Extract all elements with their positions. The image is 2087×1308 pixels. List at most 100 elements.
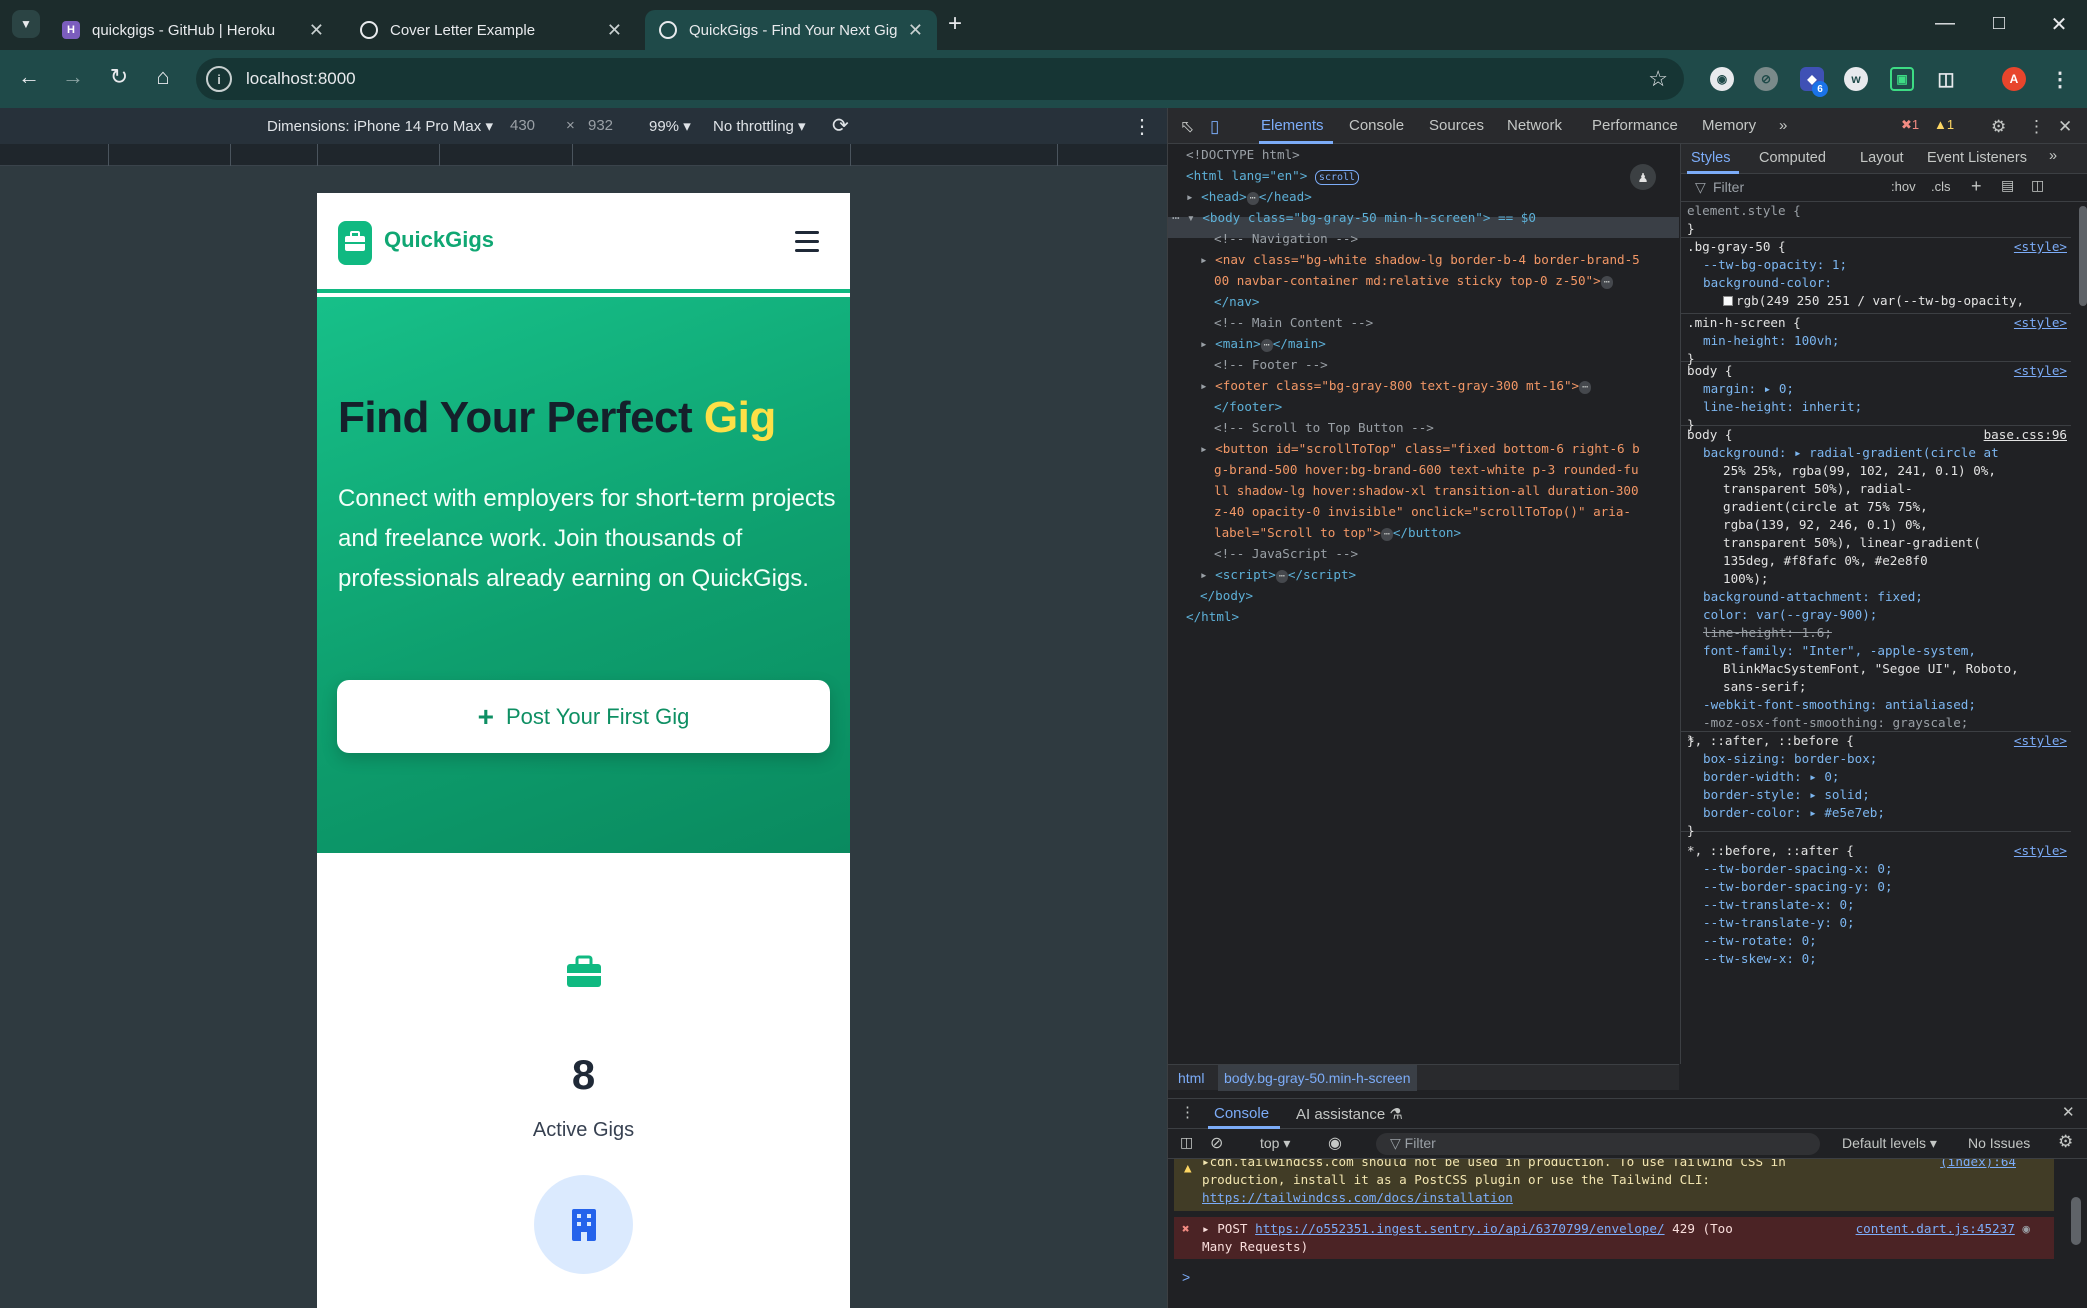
- ruler-segment[interactable]: [850, 144, 851, 166]
- css-decl[interactable]: margin: ▸ 0;: [1703, 381, 1794, 396]
- dom-line[interactable]: ▸ <head> ⋯ </head>: [1186, 186, 1312, 207]
- tab-sources[interactable]: Sources: [1429, 117, 1484, 134]
- dom-line[interactable]: ▸ <footer class="bg-gray-800 text-gray-3…: [1200, 375, 1592, 396]
- ruler-segment[interactable]: [1057, 144, 1058, 166]
- css-decl[interactable]: line-height: inherit;: [1703, 399, 1862, 414]
- device-width-input[interactable]: 430: [510, 117, 535, 134]
- address-bar[interactable]: i localhost:8000 ☆: [196, 58, 1684, 100]
- css-decl[interactable]: gradient(circle at 75% 75%,: [1723, 499, 1928, 514]
- dom-line[interactable]: </nav>: [1214, 291, 1260, 312]
- sidebar-toggle-icon[interactable]: ◫: [2031, 177, 2044, 194]
- tab-layout[interactable]: Layout: [1860, 150, 1904, 166]
- expand-arrow-icon[interactable]: ▸: [1202, 1221, 1210, 1236]
- css-decl[interactable]: 100%);: [1723, 571, 1769, 586]
- dom-line[interactable]: <!-- Navigation -->: [1214, 228, 1358, 249]
- extensions-puzzle-icon[interactable]: ◫: [1934, 67, 1958, 91]
- css-decl[interactable]: transparent 50%), radial-: [1723, 481, 1913, 496]
- drawer-tab-console[interactable]: Console: [1214, 1105, 1269, 1122]
- tab-console[interactable]: Console: [1349, 117, 1404, 134]
- back-icon[interactable]: ←: [14, 64, 44, 90]
- css-source[interactable]: <style>: [2014, 314, 2067, 332]
- dom-line[interactable]: <!-- JavaScript -->: [1214, 543, 1358, 564]
- extension-icon-5[interactable]: ▣: [1890, 67, 1914, 91]
- css-decl[interactable]: --tw-border-spacing-y: 0;: [1703, 879, 1893, 894]
- reload-icon[interactable]: ↻: [104, 64, 134, 90]
- dom-line[interactable]: </html>: [1186, 606, 1239, 627]
- css-decl[interactable]: rgb(249 250 251 / var(--tw-bg-opacity,: [1736, 293, 2024, 308]
- clear-console-icon[interactable]: ⊘: [1210, 1133, 1223, 1153]
- css-decl[interactable]: border-width: ▸ 0;: [1703, 769, 1839, 784]
- css-rule[interactable]: <style> *, ::after, ::before { box-sizin…: [1681, 732, 2071, 838]
- drawer-close-icon[interactable]: ✕: [2062, 1103, 2075, 1121]
- device-selector[interactable]: Dimensions: iPhone 14 Pro Max ▾: [267, 117, 493, 135]
- css-decl[interactable]: border-style: ▸ solid;: [1703, 787, 1870, 802]
- css-decl[interactable]: --tw-rotate: 0;: [1703, 933, 1817, 948]
- close-icon[interactable]: ✕: [309, 20, 324, 41]
- device-toggle-icon[interactable]: ▯: [1210, 117, 1219, 137]
- new-tab-button[interactable]: +: [948, 10, 962, 38]
- expand-arrow-icon[interactable]: ▸: [1202, 1159, 1210, 1169]
- css-decl[interactable]: background-color:: [1703, 275, 1832, 290]
- close-icon[interactable]: ✕: [607, 20, 622, 41]
- tab-computed[interactable]: Computed: [1759, 150, 1826, 166]
- console-settings-icon[interactable]: ⚙: [2058, 1132, 2073, 1152]
- css-source[interactable]: <style>: [2014, 362, 2067, 380]
- breadcrumb-html[interactable]: html: [1178, 1070, 1204, 1086]
- forward-icon[interactable]: →: [58, 64, 88, 90]
- dom-line[interactable]: ▸ <nav class="bg-white shadow-lg border-…: [1200, 249, 1640, 270]
- css-decl[interactable]: --tw-border-spacing-x: 0;: [1703, 861, 1893, 876]
- css-decl[interactable]: box-sizing: border-box;: [1703, 751, 1877, 766]
- tab-memory[interactable]: Memory: [1702, 117, 1756, 134]
- rotate-icon[interactable]: ⟳: [832, 113, 849, 138]
- kebab-menu-icon[interactable]: ⋮: [2048, 67, 2072, 91]
- site-info-icon[interactable]: i: [206, 66, 232, 92]
- bookmark-star-icon[interactable]: ☆: [1648, 66, 1668, 92]
- close-icon[interactable]: ✕: [908, 20, 923, 41]
- accessibility-icon[interactable]: ♟: [1630, 164, 1656, 190]
- dom-line[interactable]: <html lang="en"> scroll: [1186, 165, 1360, 186]
- tab-styles[interactable]: Styles: [1691, 150, 1731, 166]
- ruler-segment[interactable]: [572, 144, 573, 166]
- css-source[interactable]: <style>: [2014, 238, 2067, 256]
- error-count-badge[interactable]: ✖1: [1901, 117, 1919, 133]
- minimize-icon[interactable]: —: [1930, 12, 1960, 35]
- extension-icon-3[interactable]: ◆ 6: [1800, 67, 1828, 97]
- brand-name[interactable]: QuickGigs: [384, 227, 494, 253]
- window-close-icon[interactable]: ✕: [2044, 12, 2074, 37]
- breadcrumb-body[interactable]: body.bg-gray-50.min-h-screen: [1218, 1065, 1417, 1091]
- url-text[interactable]: localhost:8000: [246, 69, 356, 89]
- eye-icon[interactable]: ◉: [1328, 1133, 1342, 1153]
- css-source[interactable]: base.css:96: [1984, 426, 2067, 444]
- dom-line[interactable]: <!-- Footer -->: [1214, 354, 1328, 375]
- extension-icon-1[interactable]: ◉: [1710, 67, 1734, 91]
- profile-avatar[interactable]: A: [2002, 67, 2026, 91]
- tab-elements[interactable]: Elements: [1261, 117, 1324, 134]
- dom-line[interactable]: label="Scroll to top"> ⋯ </button>: [1214, 522, 1461, 543]
- warning-link[interactable]: https://tailwindcss.com/docs/installatio…: [1202, 1190, 1513, 1205]
- error-source[interactable]: content.dart.js:45237 ◉: [1856, 1220, 2030, 1238]
- css-rule[interactable]: <style> *, ::before, ::after { --tw-bord…: [1681, 842, 2071, 982]
- css-decl[interactable]: border-color: ▸ #e5e7eb;: [1703, 805, 1885, 820]
- css-decl[interactable]: BlinkMacSystemFont, "Segoe UI", Roboto,: [1723, 661, 2019, 676]
- dom-line[interactable]: ▸ <script> ⋯ </script>: [1200, 564, 1356, 585]
- warning-source[interactable]: (index):64: [1940, 1159, 2016, 1171]
- extension-icon-4[interactable]: w: [1844, 67, 1868, 91]
- devtools-close-icon[interactable]: ✕: [2058, 117, 2072, 137]
- css-rule[interactable]: <style> .bg-gray-50 { --tw-bg-opacity: 1…: [1681, 238, 2071, 314]
- console-scrollbar[interactable]: [2071, 1159, 2081, 1297]
- browser-tab-heroku[interactable]: H quickgigs - GitHub | Heroku ✕: [48, 10, 338, 50]
- tab-event-listeners[interactable]: Event Listeners: [1927, 150, 2027, 166]
- color-swatch[interactable]: [1723, 296, 1733, 306]
- warning-count-badge[interactable]: ▲1: [1934, 117, 1954, 132]
- css-decl[interactable]: 135deg, #f8fafc 0%, #e2e8f0: [1723, 553, 1928, 568]
- ruler-segment[interactable]: [317, 144, 318, 166]
- settings-gear-icon[interactable]: ⚙: [1991, 117, 2006, 137]
- css-decl[interactable]: min-height: 100vh;: [1703, 333, 1839, 348]
- ruler-segment[interactable]: [230, 144, 231, 166]
- throttling-selector[interactable]: No throttling ▾: [713, 117, 806, 135]
- issues-label[interactable]: No Issues: [1968, 1135, 2030, 1151]
- sidebar-icon[interactable]: ◫: [1180, 1134, 1193, 1151]
- css-decl[interactable]: --tw-bg-opacity: 1;: [1703, 257, 1847, 272]
- scroll-badge[interactable]: scroll: [1314, 170, 1360, 185]
- inspect-element-icon[interactable]: ⬁: [1180, 117, 1194, 137]
